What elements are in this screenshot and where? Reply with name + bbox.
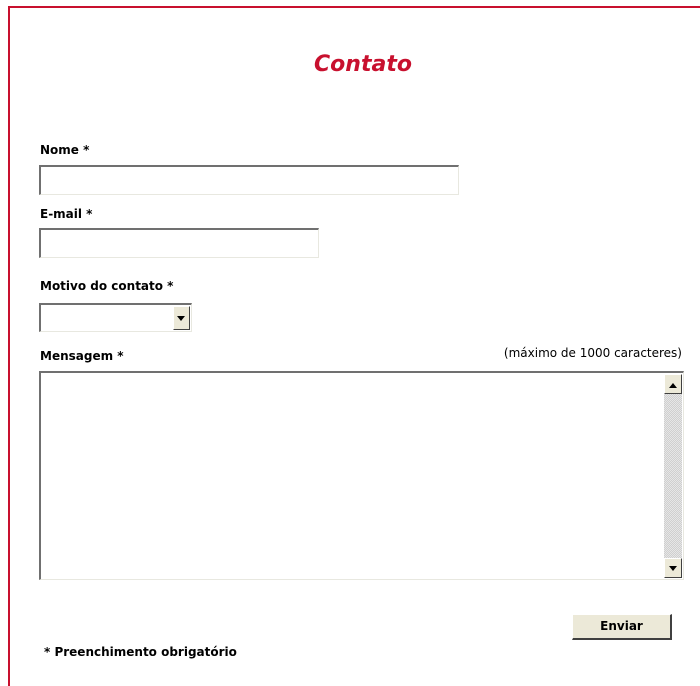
scroll-down-button[interactable] <box>664 558 682 578</box>
message-textarea[interactable] <box>39 371 684 580</box>
submit-button[interactable]: Enviar <box>572 614 672 640</box>
message-scrollbar[interactable] <box>664 374 682 578</box>
name-label: Nome * <box>40 143 90 157</box>
scroll-down-arrow-icon <box>669 566 677 571</box>
name-field[interactable] <box>39 165 459 195</box>
dropdown-button[interactable] <box>173 306 190 330</box>
scroll-up-arrow-icon <box>669 383 677 388</box>
reason-select[interactable] <box>39 303 192 332</box>
scroll-up-button[interactable] <box>664 374 682 394</box>
page-title: Contato <box>314 52 412 77</box>
message-label: Mensagem * <box>40 349 124 363</box>
chevron-down-icon <box>177 316 185 321</box>
email-field[interactable] <box>39 228 319 258</box>
email-label: E-mail * <box>40 207 93 221</box>
message-limit-hint: (máximo de 1000 caracteres) <box>503 346 682 360</box>
required-fields-note: * Preenchimento obrigatório <box>44 645 237 659</box>
reason-label: Motivo do contato * <box>40 279 174 293</box>
